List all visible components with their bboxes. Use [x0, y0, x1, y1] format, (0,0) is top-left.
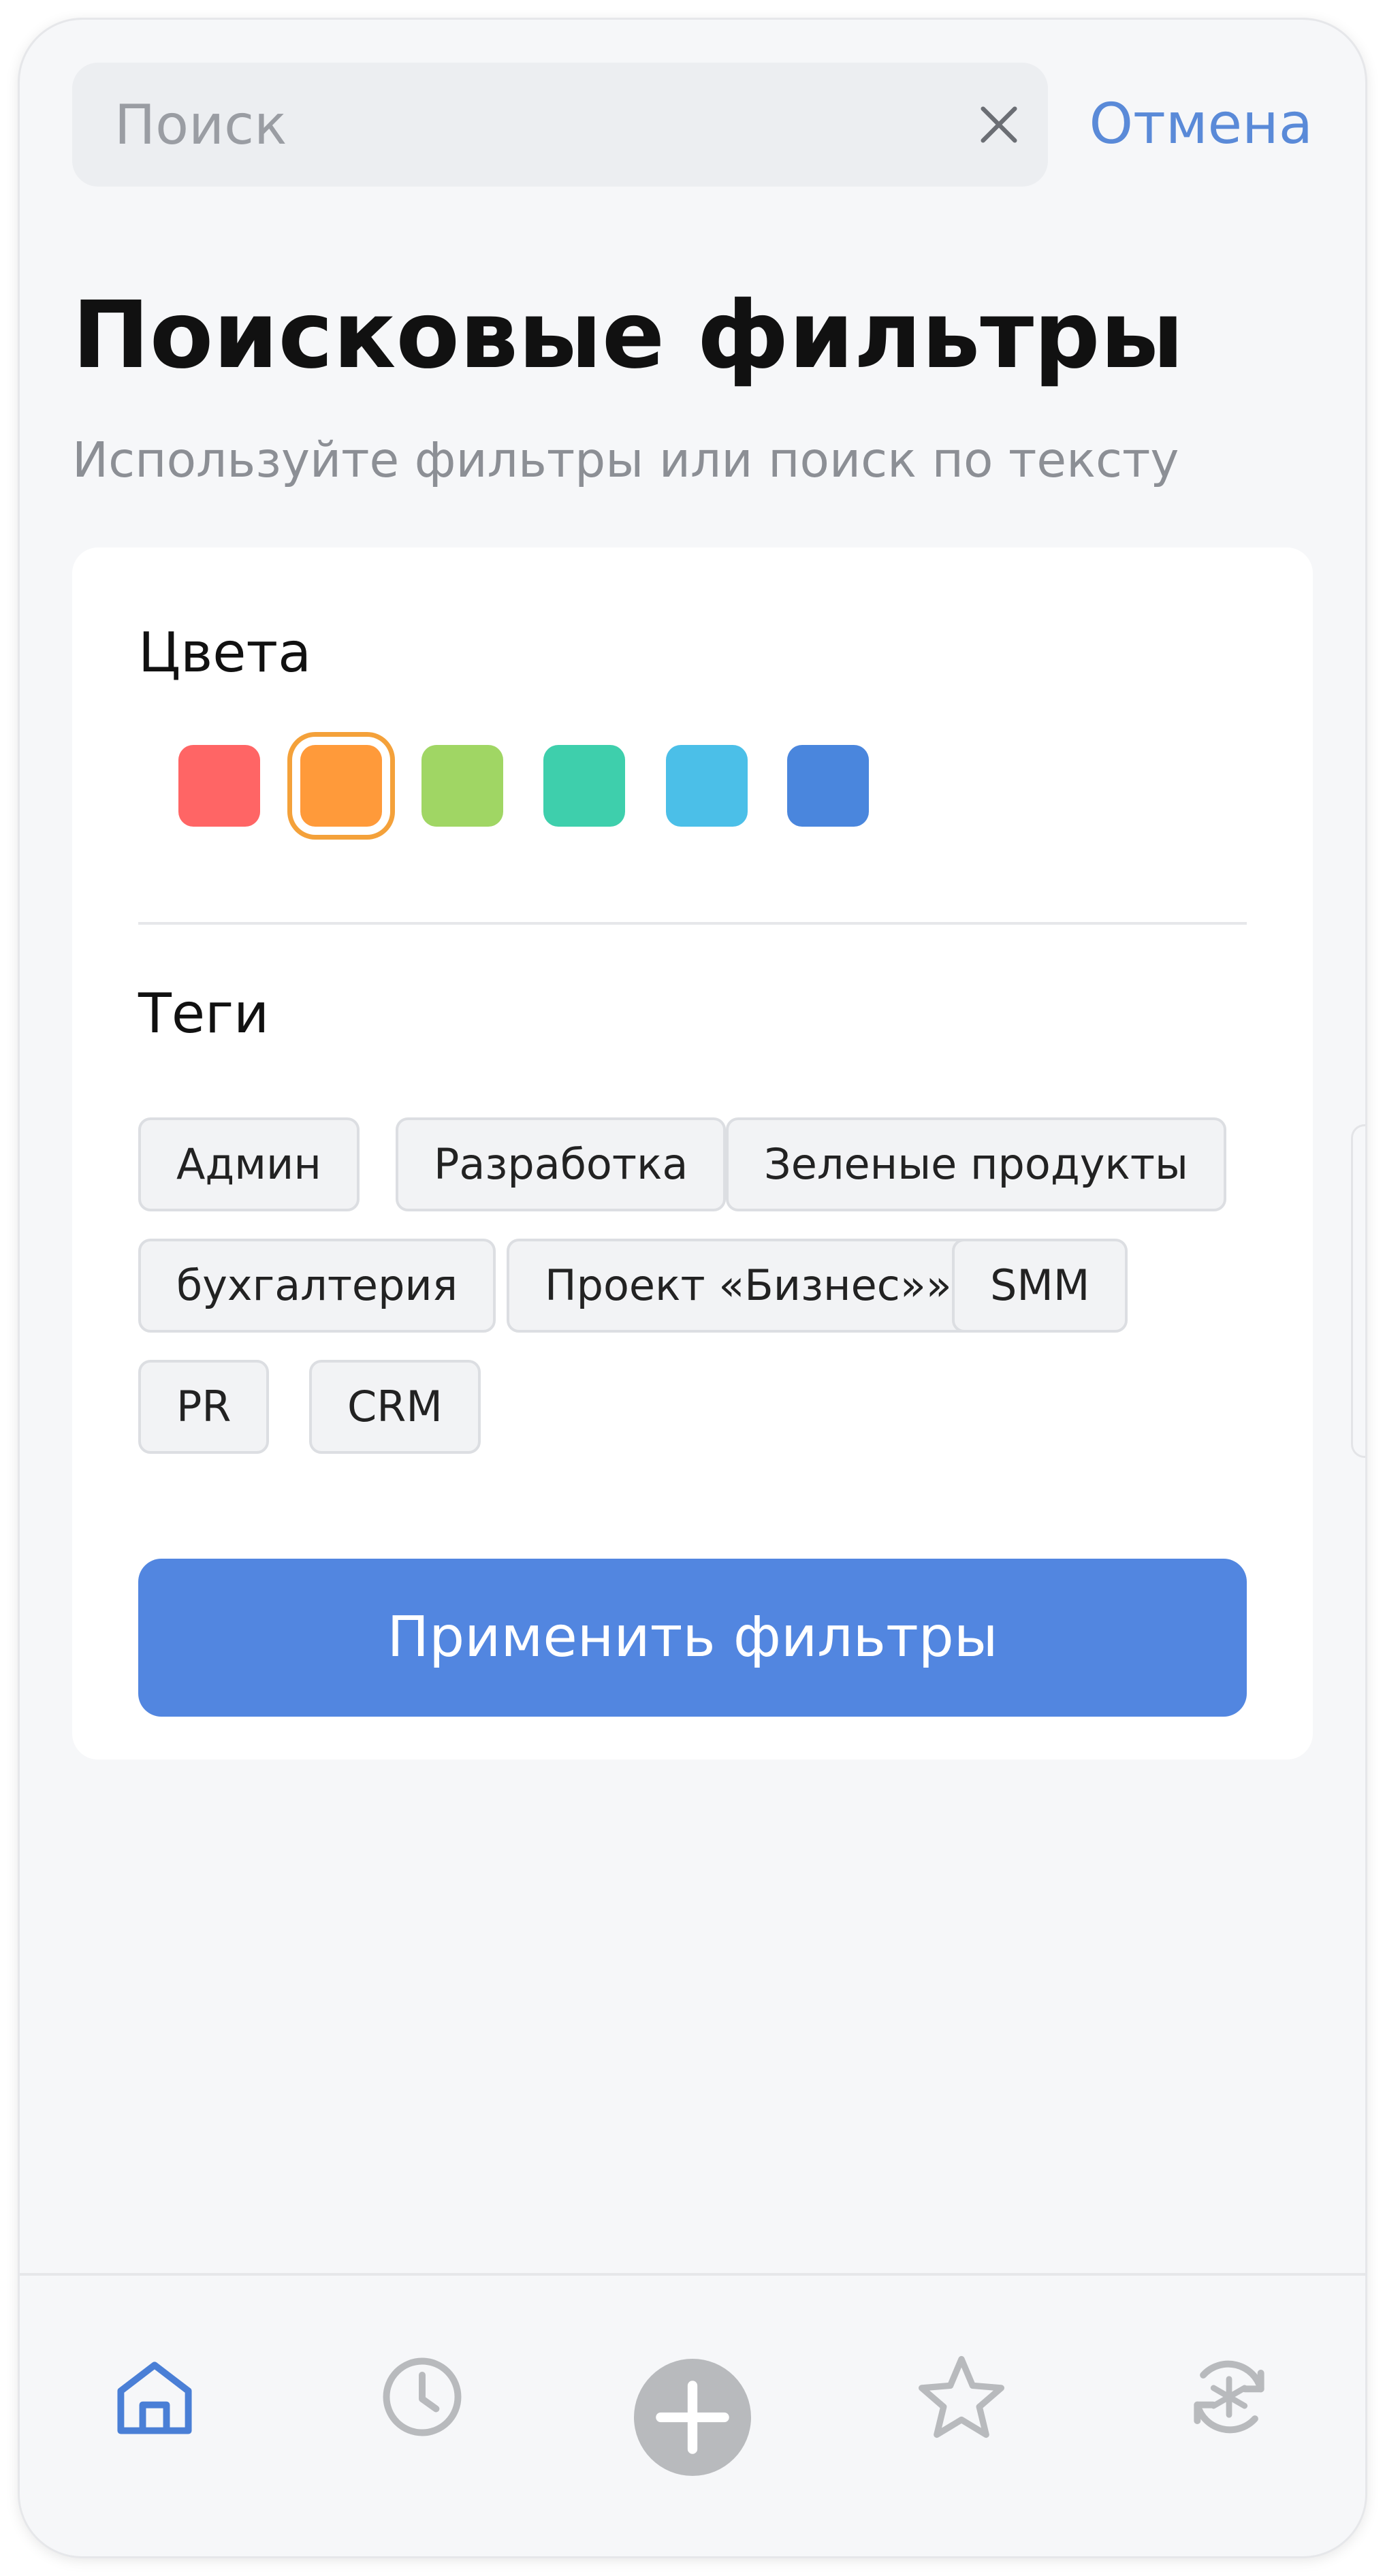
search-row: Отмена	[72, 63, 1313, 187]
tags-section-title: Теги	[138, 982, 270, 1045]
tag-chip[interactable]: Зеленые продукты	[726, 1117, 1226, 1211]
color-swatch-sky-blue[interactable]	[666, 745, 748, 827]
apply-filters-button[interactable]: Применить фильтры	[138, 1559, 1247, 1717]
page-title: Поисковые фильтры	[72, 282, 1184, 389]
filters-card: Цвета Теги Админ Разработка Зеленые прод…	[72, 547, 1313, 1760]
tag-chip[interactable]: бухгалтерия	[138, 1239, 496, 1333]
sync-asterisk-icon	[1194, 2360, 1264, 2434]
color-swatch-orange[interactable]	[300, 745, 382, 827]
color-swatch-green[interactable]	[421, 745, 503, 827]
tag-chip[interactable]: PR	[138, 1360, 270, 1454]
color-swatch-teal[interactable]	[543, 745, 625, 827]
color-swatch-red[interactable]	[178, 745, 260, 827]
scroll-indicator[interactable]	[1351, 1124, 1365, 1458]
clock-icon	[383, 2357, 462, 2436]
tag-chip[interactable]: Админ	[138, 1117, 360, 1211]
tag-chip[interactable]: SMM	[952, 1239, 1128, 1333]
cancel-button[interactable]: Отмена	[1089, 63, 1313, 187]
page-subtitle: Используйте фильтры или поиск по тексту	[72, 432, 1179, 488]
search-input[interactable]	[114, 63, 932, 187]
tag-chip[interactable]: Разработка	[396, 1117, 727, 1211]
tab-home[interactable]	[107, 2349, 202, 2445]
section-divider	[138, 922, 1247, 925]
tab-favorites[interactable]	[914, 2349, 1009, 2445]
plus-icon	[656, 2381, 729, 2454]
bottom-tab-bar	[20, 2273, 1365, 2556]
add-button[interactable]	[634, 2359, 751, 2476]
tag-chip[interactable]: Проект «Бизнес»»	[507, 1239, 990, 1333]
color-swatch-blue[interactable]	[787, 745, 869, 827]
search-box[interactable]	[72, 63, 1048, 187]
home-icon	[117, 2362, 192, 2434]
star-icon	[919, 2355, 1004, 2438]
phone-screen: Отмена Поисковые фильтры Используйте фил…	[20, 20, 1365, 2556]
tab-history[interactable]	[375, 2349, 470, 2445]
tag-chip[interactable]: CRM	[309, 1360, 481, 1454]
colors-section-title: Цвета	[138, 621, 312, 684]
tab-sync[interactable]	[1181, 2349, 1277, 2445]
close-icon[interactable]	[975, 101, 1023, 148]
